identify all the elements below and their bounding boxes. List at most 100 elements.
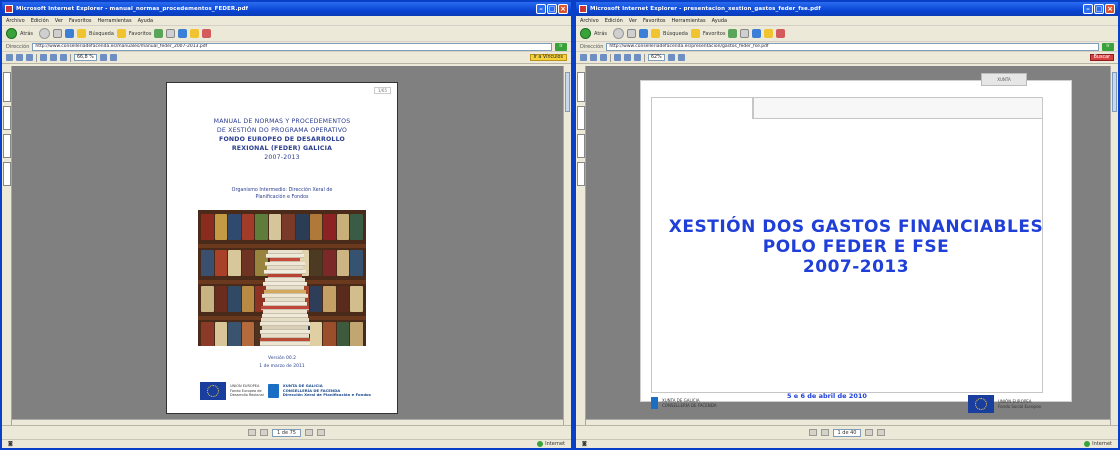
right-pdf-viewport[interactable]: XUNTA XESTIÓN DOS GASTOS FINANCIABLES PO…	[576, 66, 1118, 425]
print-icon[interactable]	[178, 29, 188, 38]
print-pdf-icon[interactable]	[16, 54, 23, 61]
pages-tab[interactable]	[3, 162, 11, 186]
refresh-icon[interactable]	[639, 29, 649, 38]
vertical-scrollbar[interactable]	[563, 66, 571, 425]
search-pdf-button[interactable]: Buscar	[1089, 54, 1114, 61]
first-page-button[interactable]	[248, 429, 256, 436]
first-page-button[interactable]	[808, 429, 817, 436]
last-page-button[interactable]	[877, 429, 886, 436]
back-button[interactable]	[580, 28, 591, 39]
search-button[interactable]: Búsqueda	[89, 31, 114, 37]
prev-page-button[interactable]	[820, 429, 829, 436]
menu-view[interactable]: Ver	[55, 18, 63, 24]
left-pdf-viewport[interactable]: 1/65 MANUAL DE NORMAS Y PROCEDEMENTOS DE…	[2, 66, 571, 425]
zoom-field[interactable]: 62%	[648, 54, 665, 61]
version-text: Versión 00.2	[268, 356, 296, 361]
zoom-in-icon[interactable]	[667, 54, 675, 61]
go-button[interactable]: Ir	[555, 42, 567, 51]
forward-button[interactable]	[39, 28, 51, 39]
stop-icon[interactable]	[53, 29, 63, 38]
signatures-tab[interactable]	[3, 106, 11, 130]
favorites-star-icon[interactable]	[116, 29, 126, 38]
close-button[interactable]: ×	[558, 4, 568, 14]
minimize-button[interactable]: –	[536, 4, 546, 14]
folder-icon[interactable]	[190, 29, 200, 38]
zoom-out-icon[interactable]	[109, 54, 117, 61]
document-subtitle: Organismo Intermedio: Dirección Xeral de…	[207, 187, 357, 201]
favorites-button[interactable]: Favoritos	[129, 31, 152, 37]
select-tool-icon[interactable]	[50, 54, 57, 61]
history-icon[interactable]	[728, 29, 738, 38]
save-icon[interactable]	[580, 54, 587, 61]
right-title-bar[interactable]: Microsoft Internet Explorer - presentaci…	[576, 2, 1118, 16]
menu-tools[interactable]: Herramientas	[98, 18, 132, 24]
email-icon[interactable]	[26, 54, 33, 61]
back-button[interactable]	[6, 28, 17, 39]
menu-file[interactable]: Archivo	[580, 18, 599, 24]
history-icon[interactable]	[154, 29, 164, 38]
last-page-button[interactable]	[316, 429, 325, 436]
left-title-bar[interactable]: Microsoft Internet Explorer - manual_nor…	[2, 2, 571, 16]
zoom-in-icon[interactable]	[99, 54, 107, 61]
select-tool-icon[interactable]	[624, 54, 631, 61]
next-page-button[interactable]	[304, 429, 313, 436]
forward-button[interactable]	[613, 28, 625, 39]
scroll-thumb[interactable]	[565, 72, 570, 112]
refresh-icon[interactable]	[65, 29, 75, 38]
favorites-star-icon[interactable]	[690, 29, 700, 38]
go-button[interactable]: Ir	[1102, 42, 1114, 51]
layers-tab[interactable]	[577, 134, 585, 158]
prev-page-button[interactable]	[260, 429, 268, 436]
menu-edit[interactable]: Edición	[605, 18, 623, 24]
bookmarks-tab[interactable]	[3, 72, 11, 102]
zoom-out-icon[interactable]	[677, 54, 685, 61]
menu-tools[interactable]: Herramientas	[672, 18, 706, 24]
menu-view[interactable]: Ver	[629, 18, 637, 24]
menu-edit[interactable]: Edición	[31, 18, 49, 24]
menu-favorites[interactable]: Favoritos	[643, 18, 666, 24]
close-button[interactable]: ×	[1105, 4, 1115, 14]
favorites-button[interactable]: Favoritos	[703, 31, 726, 37]
maximize-button[interactable]: □	[547, 4, 557, 14]
pages-tab[interactable]	[577, 162, 585, 186]
search-button[interactable]: Búsqueda	[663, 31, 688, 37]
address-input[interactable]: http://www.conselleriadefacenda.es/manua…	[32, 42, 552, 51]
email-icon[interactable]	[600, 54, 607, 61]
scroll-thumb[interactable]	[1112, 72, 1117, 112]
page-number-field[interactable]: 1 de 40	[832, 428, 862, 437]
home-icon[interactable]	[77, 29, 87, 38]
vertical-scrollbar[interactable]	[1110, 66, 1118, 425]
hand-tool-icon[interactable]	[614, 54, 621, 61]
mail-icon[interactable]	[166, 29, 176, 38]
bookmarks-tab[interactable]	[577, 72, 585, 102]
zoom-tool-icon[interactable]	[60, 54, 67, 61]
links-button[interactable]: Ir a Vínculos	[529, 54, 567, 61]
maximize-button[interactable]: □	[1094, 4, 1104, 14]
hand-tool-icon[interactable]	[40, 54, 47, 61]
menu-help[interactable]: Ayuda	[712, 18, 727, 24]
layers-tab[interactable]	[3, 134, 11, 158]
print-pdf-icon[interactable]	[590, 54, 597, 61]
save-icon[interactable]	[6, 54, 13, 61]
xunta-text-line: Dirección Xeral de Planificación e Fondo…	[282, 392, 371, 398]
menu-help[interactable]: Ayuda	[138, 18, 153, 24]
minimize-button[interactable]: –	[1083, 4, 1093, 14]
messenger-icon[interactable]	[776, 29, 786, 38]
page-number-field[interactable]: 1 de 75	[272, 428, 301, 437]
zoom-tool-icon[interactable]	[634, 54, 641, 61]
print-icon[interactable]	[752, 29, 762, 38]
messenger-icon[interactable]	[202, 29, 212, 38]
menu-favorites[interactable]: Favoritos	[69, 18, 92, 24]
slide-title-line: 2007-2013	[802, 257, 910, 277]
next-page-button[interactable]	[865, 429, 874, 436]
home-icon[interactable]	[651, 29, 661, 38]
stop-icon[interactable]	[627, 29, 637, 38]
signatures-tab[interactable]	[577, 106, 585, 130]
zoom-field[interactable]: 66,8 %	[74, 54, 97, 61]
title-years: 2007-2013	[264, 154, 300, 161]
folder-icon[interactable]	[764, 29, 774, 38]
right-pdf-toolbar: 62% Buscar	[576, 52, 1118, 64]
address-input[interactable]: http://www.conselleriadefacenda.es/prese…	[606, 42, 1099, 51]
mail-icon[interactable]	[740, 29, 750, 38]
menu-file[interactable]: Archivo	[6, 18, 25, 24]
